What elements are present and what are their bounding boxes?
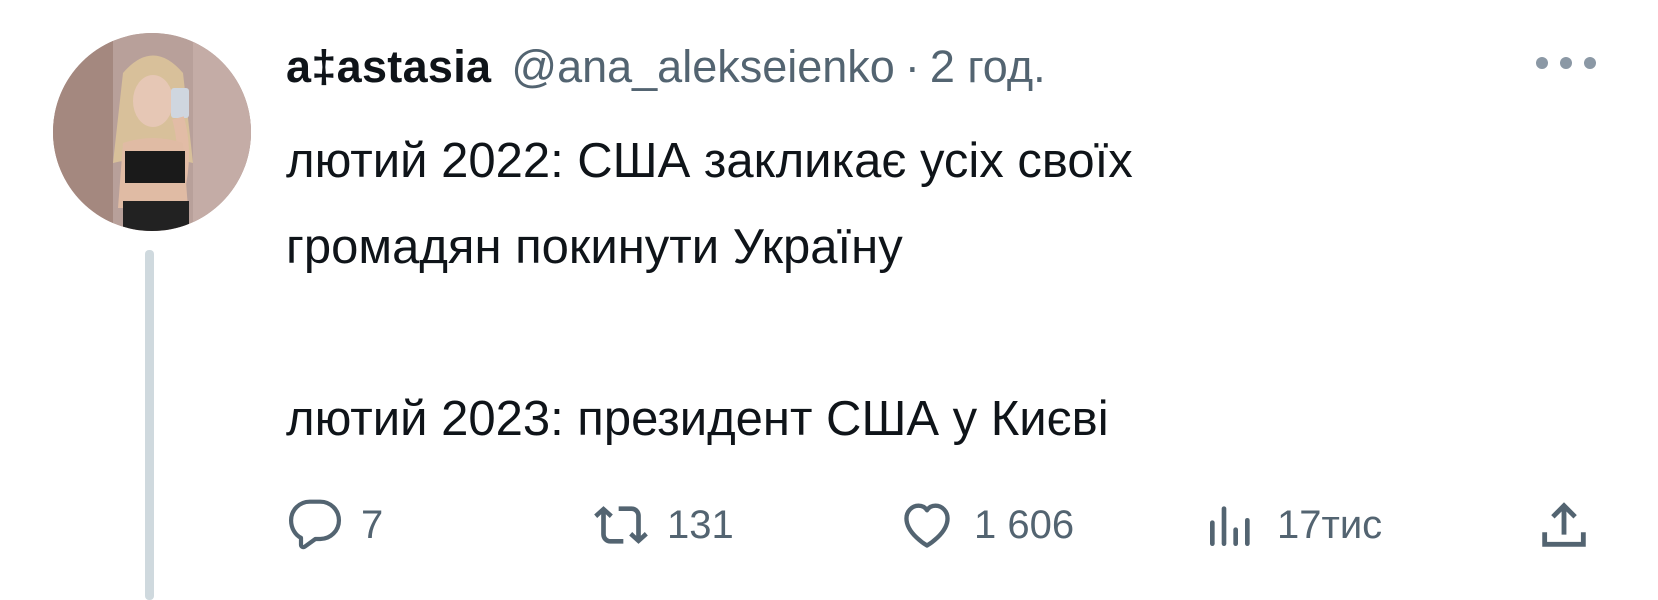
retweet-count: 131: [667, 502, 734, 547]
reply-count: 7: [361, 502, 384, 547]
tweet-time[interactable]: 2 год.: [930, 41, 1046, 93]
heart-icon: [904, 503, 950, 548]
like-button[interactable]: 1 606: [898, 490, 1074, 560]
tweet-header: a‡astasia @ana_alekseienko · 2 год.: [286, 34, 1046, 100]
views-count: 17тис: [1277, 502, 1383, 547]
avatar[interactable]: [53, 33, 251, 231]
action-bar: 7 131 1 606 17тис: [0, 490, 1658, 560]
retweet-icon: [594, 506, 648, 544]
share-icon: [1542, 502, 1586, 547]
share-button[interactable]: [1535, 490, 1593, 560]
avatar-image: [53, 33, 251, 231]
tweet-line: лютий 2022: США закликає усіх своїх: [286, 134, 1133, 188]
views-icon: [1210, 506, 1250, 546]
views-button[interactable]: 17тис: [1203, 490, 1382, 560]
author-handle[interactable]: @ana_alekseienko: [511, 41, 894, 93]
like-count: 1 606: [974, 502, 1075, 547]
reply-icon: [288, 499, 342, 550]
tweet-text: лютий 2022: США закликає усіх своїх гром…: [286, 118, 1606, 462]
reply-button[interactable]: 7: [287, 490, 383, 560]
more-icon[interactable]: [1536, 48, 1596, 78]
tweet-line: лютий 2023: президент США у Києві: [286, 392, 1109, 446]
author-name[interactable]: a‡astasia: [286, 41, 491, 93]
tweet-line: громадян покинути Україну: [286, 220, 903, 274]
separator-dot: ·: [904, 41, 920, 92]
retweet-button[interactable]: 131: [593, 490, 734, 560]
tweet-line-blank: [286, 290, 1606, 376]
